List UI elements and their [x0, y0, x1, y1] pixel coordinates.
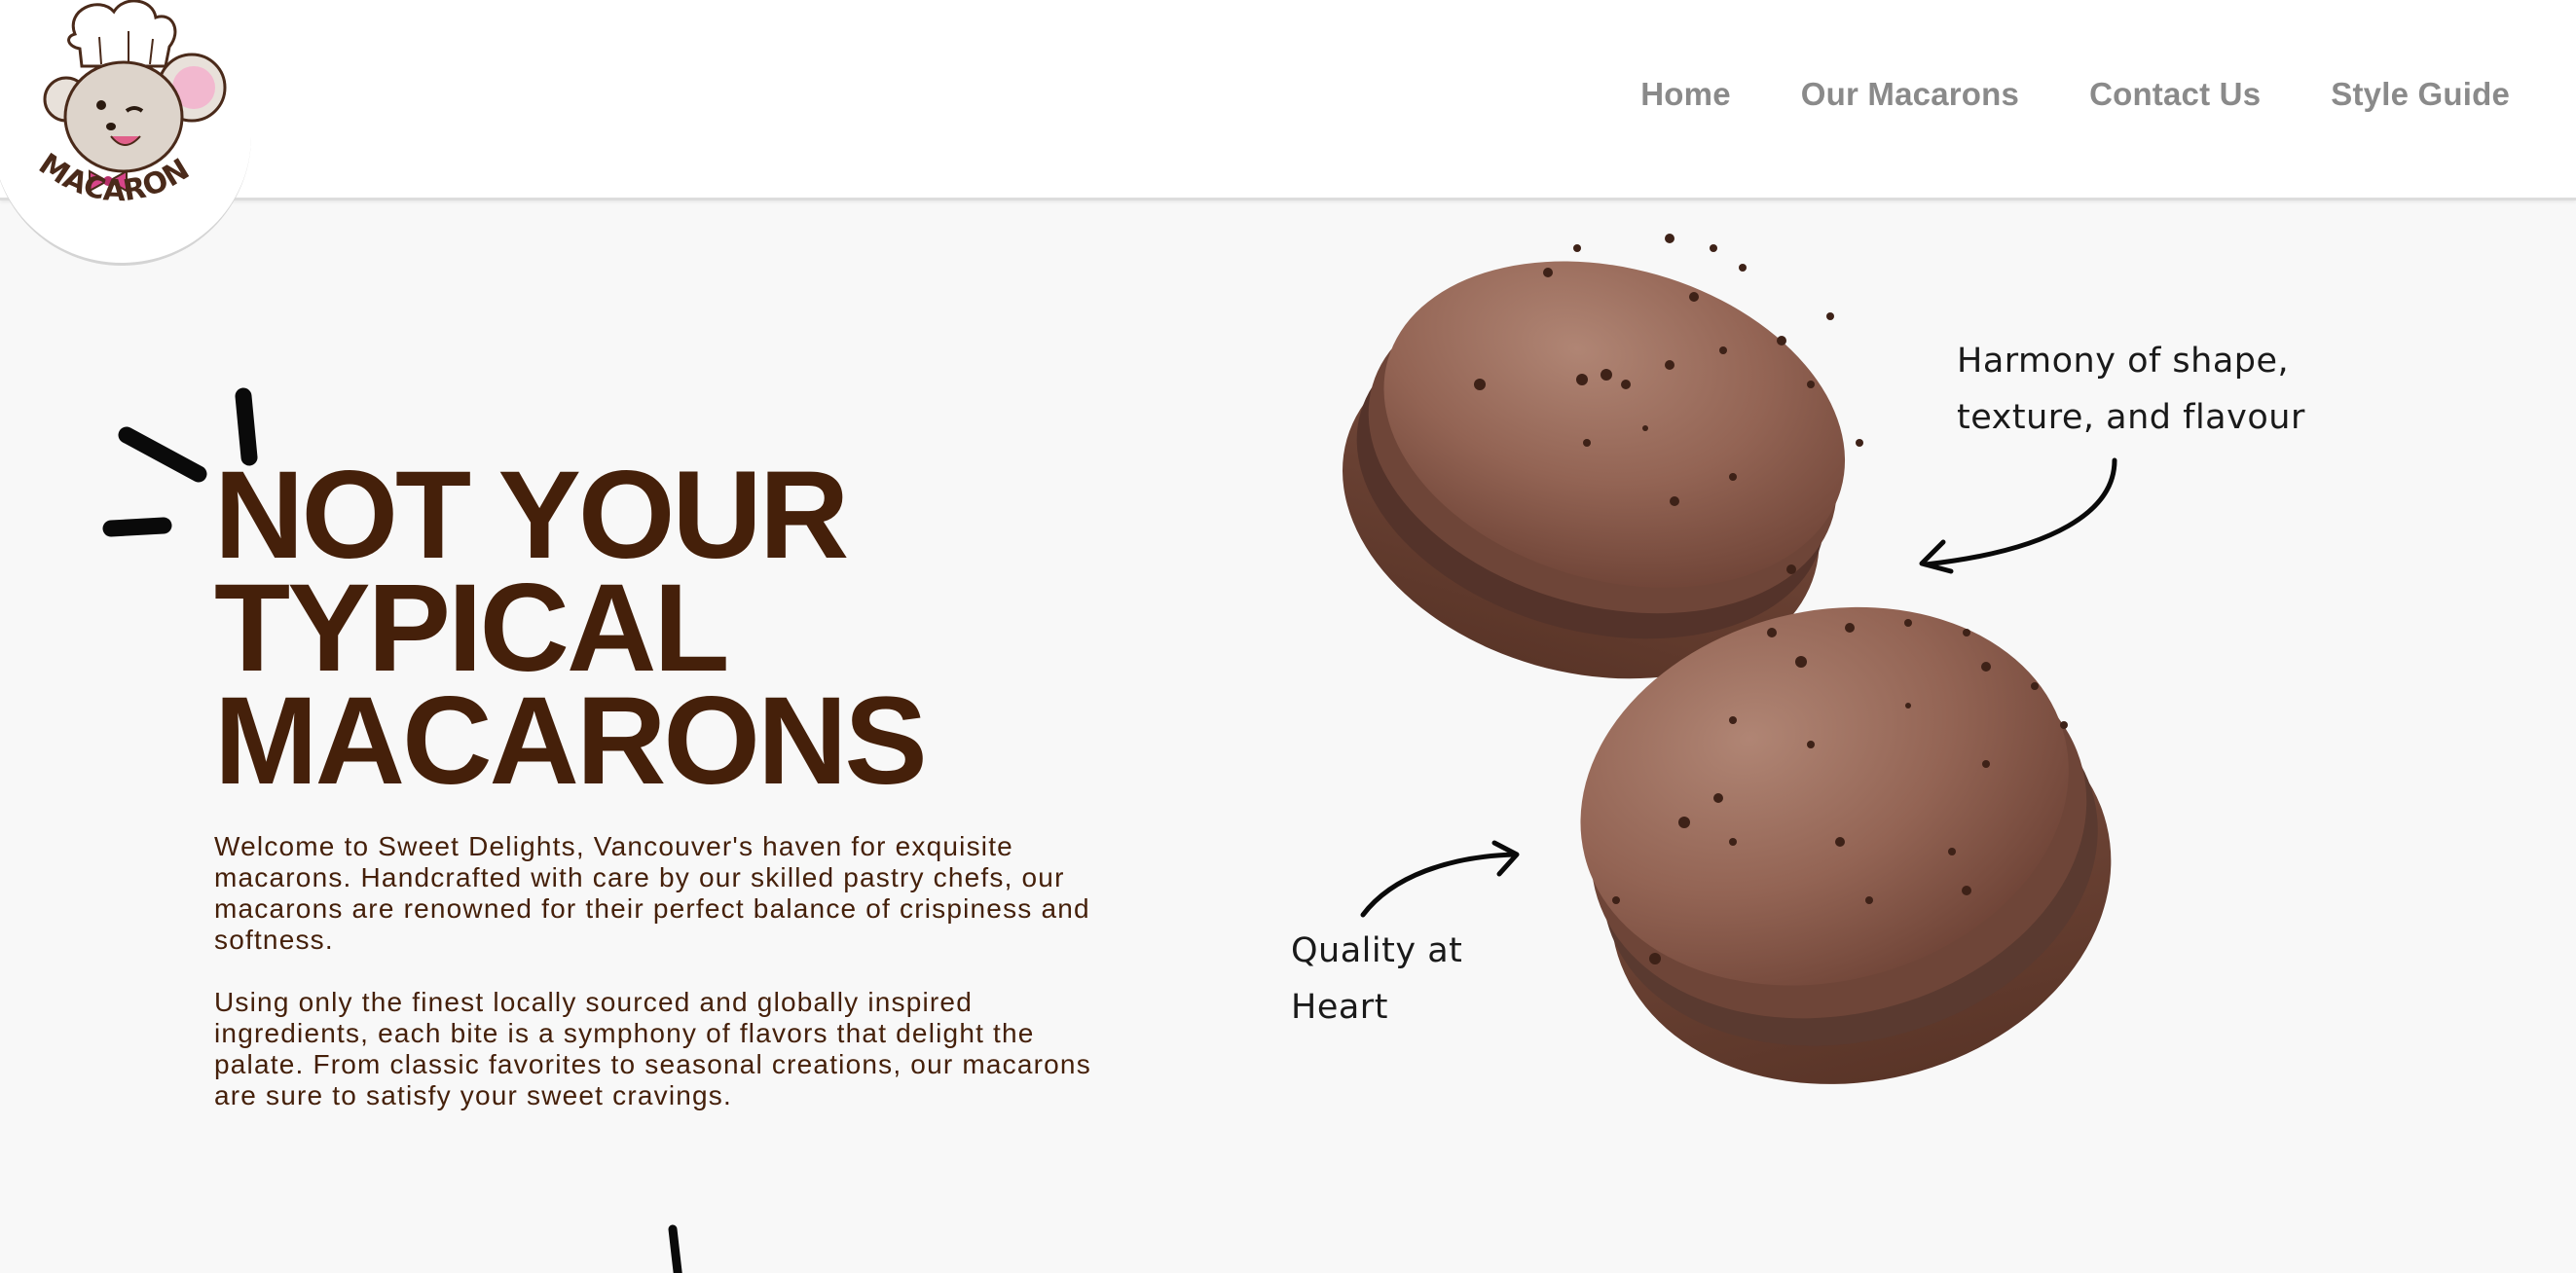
annotation-line: Heart — [1291, 988, 1388, 1027]
annotation-line: Quality at — [1291, 931, 1463, 970]
nav-our-macarons[interactable]: Our Macarons — [1801, 76, 2019, 113]
main-nav: Home Our Macarons Contact Us Style Guide — [1640, 76, 2510, 113]
intro-paragraph: Welcome to Sweet Delights, Vancouver's h… — [214, 831, 1090, 955]
annotation-quality: Quality at Heart — [1291, 923, 1462, 1036]
hero-title-line: MACARONS — [214, 672, 928, 811]
arrow-icon — [1360, 840, 1520, 918]
annotation-line: texture, and flavour — [1957, 398, 2305, 437]
decorative-stroke-icon — [668, 1224, 682, 1273]
hero-title: NOT YOUR TYPICAL MACARONS — [214, 446, 928, 811]
ingredients-paragraph: Using only the finest locally sourced an… — [214, 987, 1091, 1110]
nav-style-guide[interactable]: Style Guide — [2331, 76, 2510, 113]
annotation-harmony: Harmony of shape, texture, and flavour — [1957, 333, 2305, 446]
annotation-line: Harmony of shape, — [1957, 342, 2290, 381]
hero-title-line: TYPICAL — [214, 559, 730, 698]
nav-contact-us[interactable]: Contact Us — [2089, 76, 2261, 113]
arrow-icon — [1919, 457, 2117, 574]
logo-badge[interactable]: MACARON — [0, 0, 251, 266]
hero-title-line: NOT YOUR — [214, 446, 849, 585]
chef-mouse-logo-icon: MACARON — [32, 0, 227, 208]
nav-home[interactable]: Home — [1640, 76, 1731, 113]
